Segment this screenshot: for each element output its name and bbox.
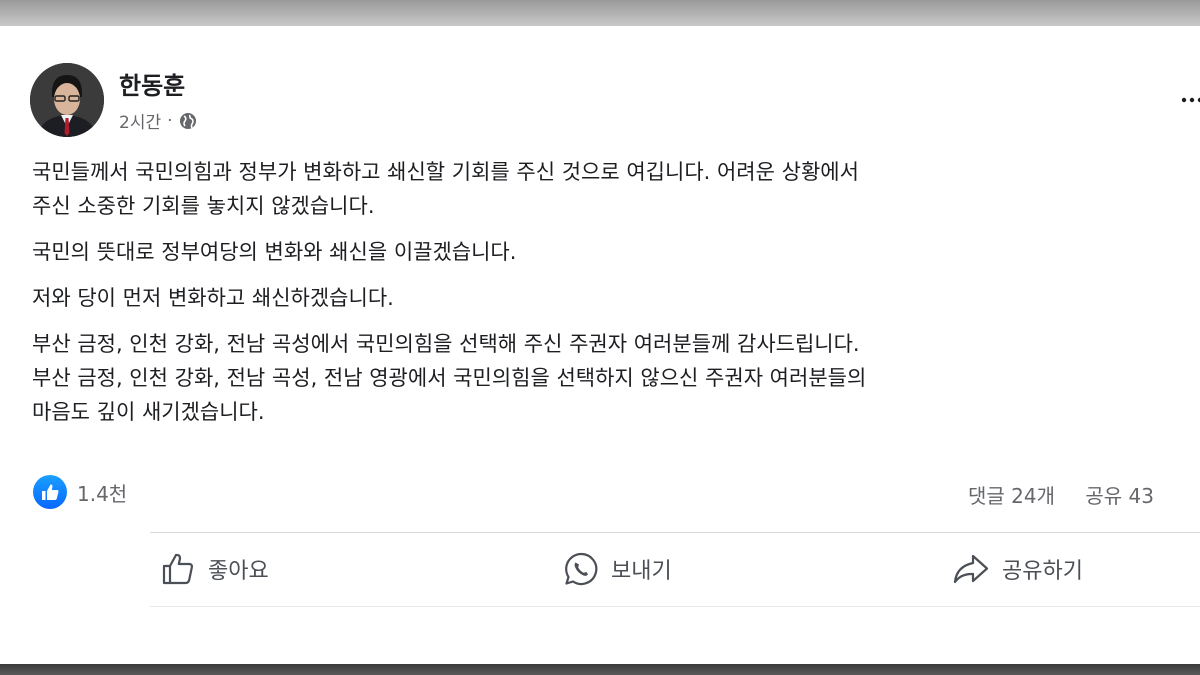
- globe-icon: [179, 112, 197, 130]
- engagement-counts: 댓글 24개 공유 43: [968, 480, 1154, 509]
- share-arrow-icon: [952, 551, 990, 587]
- video-frame-bottom: [0, 664, 1200, 675]
- post-text: 국민들께서 국민의힘과 정부가 변화하고 쇄신할 기회를 주신 것으로 여깁니다…: [32, 155, 1200, 429]
- share-button[interactable]: 공유하기: [952, 551, 1083, 587]
- post-line: 국민의 뜻대로 정부여당의 변화와 쇄신을 이끌겠습니다.: [32, 240, 517, 264]
- video-frame-top: [0, 0, 1200, 26]
- post-line: 부산 금정, 인천 강화, 전남 곡성, 전남 영광에서 국민의힘을 선택하지 …: [32, 366, 867, 390]
- comment-count[interactable]: 댓글 24개: [968, 484, 1055, 508]
- thumbs-up-icon: [160, 551, 196, 587]
- post-timestamp[interactable]: 2시간: [119, 108, 161, 133]
- meta-separator: ·: [167, 110, 173, 131]
- avatar[interactable]: [30, 63, 104, 137]
- post-line: 마음도 깊이 새기겠습니다.: [32, 400, 265, 424]
- send-button-label: 보내기: [611, 559, 672, 584]
- send-button[interactable]: 보내기: [563, 551, 672, 587]
- more-options-icon[interactable]: [1180, 90, 1200, 110]
- post-line: 부산 금정, 인천 강화, 전남 곡성에서 국민의힘을 선택해 주신 주권자 여…: [32, 332, 860, 356]
- actions-divider: [150, 532, 1200, 533]
- whatsapp-icon: [563, 551, 599, 587]
- post-line: 주신 소중한 기회를 놓치지 않겠습니다.: [32, 194, 375, 218]
- reactions-summary[interactable]: 1.4천: [33, 475, 127, 509]
- like-button-label: 좋아요: [208, 559, 269, 584]
- share-count[interactable]: 공유 43: [1085, 484, 1154, 508]
- share-button-label: 공유하기: [1002, 559, 1083, 584]
- author-name[interactable]: 한동훈: [119, 66, 185, 101]
- like-reaction-icon: [33, 475, 67, 509]
- post-line: 저와 당이 먼저 변화하고 쇄신하겠습니다.: [32, 286, 394, 310]
- avatar-photo: [30, 63, 104, 137]
- bottom-divider: [150, 606, 1200, 607]
- post-line: 국민들께서 국민의힘과 정부가 변화하고 쇄신할 기회를 주신 것으로 여깁니다…: [32, 160, 859, 184]
- reaction-count: 1.4천: [77, 481, 128, 506]
- like-button[interactable]: 좋아요: [160, 551, 269, 587]
- post-meta: 2시간 ·: [119, 108, 197, 133]
